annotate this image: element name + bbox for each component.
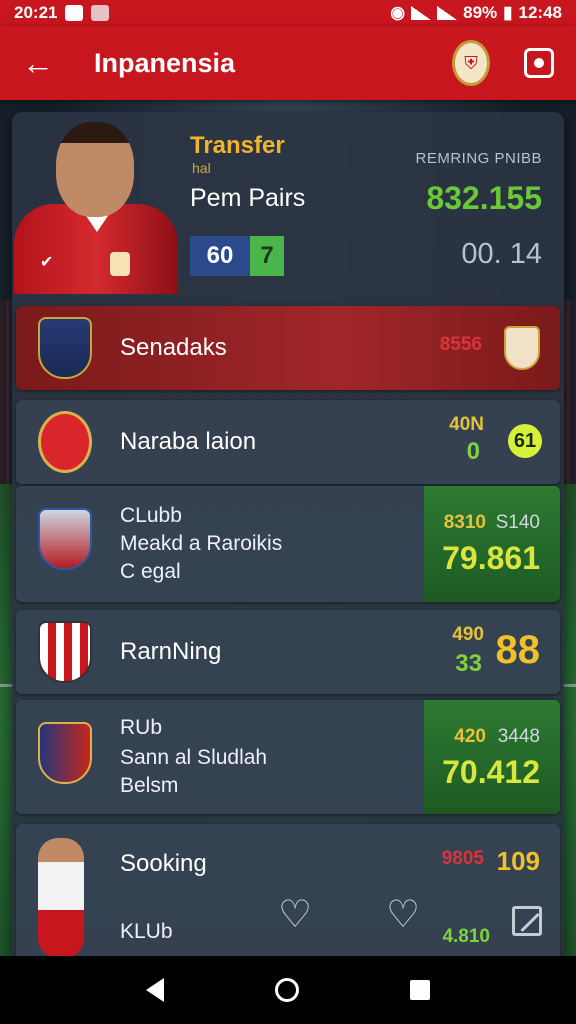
remaining-label: REMRING PNIBB: [415, 150, 542, 167]
club-crest-icon: [38, 621, 92, 683]
club-crest-icon: [504, 326, 540, 370]
system-nav-bar: [0, 956, 576, 1024]
row-line-3: Belsm: [120, 774, 179, 797]
list-item[interactable]: Naraba laion 40N 0 61: [16, 400, 560, 484]
player-head: [56, 122, 134, 217]
list-item[interactable]: RUb Sann al Sludlah Belsm 420 3448 70.41…: [16, 700, 560, 814]
page-title: Inpanensia: [94, 47, 236, 78]
hero-subheading: hal: [192, 160, 211, 176]
player-avatar-icon: [38, 508, 92, 570]
back-arrow-icon[interactable]: ←: [22, 45, 62, 82]
row-value-small-2: S140: [495, 512, 540, 533]
player-name: Pem Pairs: [190, 184, 306, 212]
hero-heading: Transfer: [190, 132, 285, 159]
row-value: 8556: [439, 334, 482, 355]
row-value-big: 109: [496, 846, 540, 876]
row-value-small-1: 8310: [443, 512, 486, 533]
row-label: Senadaks: [120, 334, 227, 361]
row-value-big: 79.861: [442, 540, 540, 576]
club-crest-icon: [38, 722, 92, 784]
row-value-top: 490: [452, 624, 484, 645]
row-value-big: 88: [495, 628, 541, 672]
sponsor-check-icon: ✔: [40, 254, 54, 271]
row-line-3: C egal: [120, 560, 181, 583]
nav-back-icon[interactable]: [145, 978, 164, 1002]
row-label: Sooking: [120, 850, 207, 877]
player-photo: ✔: [12, 112, 180, 294]
row-value-small-2: 3448: [497, 726, 540, 747]
score-badge: 60 7: [190, 236, 284, 276]
transfer-panel: ✔ Transfer hal Pem Pairs 60 7 REMRING PN…: [12, 112, 564, 962]
hero-value: 832.155: [426, 180, 542, 216]
row-value-bottom: 33: [455, 650, 482, 677]
notification-icon: [65, 5, 84, 21]
row-line-2: Sann al Sludlah: [120, 746, 268, 769]
row-sub-value: 4.810: [442, 926, 490, 947]
row-value-bottom: 0: [466, 438, 480, 465]
list-item[interactable]: RarnNing 490 33 88: [16, 610, 560, 694]
status-right: ◉ 89% ▮ 12:48: [390, 3, 562, 23]
status-clock: 12:48: [518, 3, 562, 22]
club-crest-icon[interactable]: ⛨: [452, 40, 490, 86]
row-line-2: Meakd a Raroikis: [120, 532, 283, 555]
notification-icon-2: [91, 5, 110, 21]
nav-recents-icon[interactable]: [410, 980, 431, 1000]
list-item[interactable]: CLubb Meakd a Raroikis C egal 8310 S140 …: [16, 486, 560, 602]
row-value-small-1: 420: [454, 726, 486, 747]
heart-icon[interactable]: ♡: [278, 892, 312, 937]
row-line-1: CLubb: [120, 504, 182, 527]
nav-home-icon[interactable]: [274, 978, 299, 1002]
row-value-top: 40N: [449, 414, 484, 435]
shirt-badge-icon: [110, 252, 130, 276]
score-left: 60: [206, 242, 234, 269]
row-label: RarnNing: [120, 638, 222, 665]
app-bar: ← Inpanensia ⛨: [0, 26, 576, 100]
row-value-big: 70.412: [442, 754, 540, 790]
wifi-icon: ◉: [390, 3, 406, 22]
status-bar: 20:21 ◉ 89% ▮ 12:48: [0, 0, 576, 26]
signal-icon-2: [437, 6, 458, 20]
player-avatar-icon: [38, 317, 92, 379]
row-badge: 61: [508, 424, 542, 458]
camera-icon[interactable]: [524, 48, 554, 78]
player-avatar-icon: [38, 838, 84, 958]
row-value-small: 9805: [441, 848, 484, 869]
heart-icon[interactable]: ♡: [386, 892, 420, 937]
row-label: Naraba laion: [120, 428, 257, 455]
signal-icon: [411, 6, 432, 20]
battery-icon: ▮: [503, 3, 513, 22]
row-line-1: RUb: [120, 716, 163, 739]
hero-time: 00. 14: [461, 238, 542, 270]
battery-text: 89%: [463, 3, 498, 22]
list-item[interactable]: Senadaks 8556: [16, 306, 560, 390]
score-right: 7: [250, 236, 284, 276]
club-crest-icon: [38, 411, 92, 473]
status-left-time: 20:21: [14, 3, 58, 22]
list-item[interactable]: Sooking 9805 109 KLUb ♡ ♡ 4.810: [16, 824, 560, 962]
player-hero-card[interactable]: ✔ Transfer hal Pem Pairs 60 7 REMRING PN…: [12, 112, 564, 302]
row-sub-label: KLUb: [120, 920, 173, 943]
edit-icon[interactable]: [512, 906, 542, 936]
